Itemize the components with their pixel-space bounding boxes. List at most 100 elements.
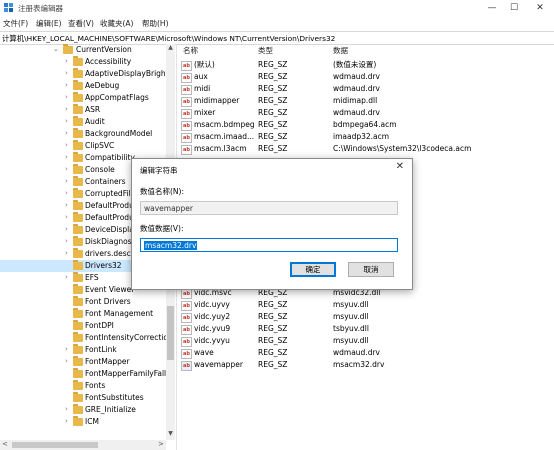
tree-item[interactable]: Font Management xyxy=(0,308,166,320)
tree-item-label: Event Viewer xyxy=(85,285,135,294)
chevron-right-icon[interactable]: › xyxy=(65,81,68,89)
table-row[interactable]: ab aux REG_SZ wdmaud.drv xyxy=(178,71,554,83)
chevron-right-icon[interactable]: › xyxy=(65,225,68,233)
menu-edit[interactable]: 编辑(E) xyxy=(36,18,62,29)
table-row[interactable]: ab mixer REG_SZ wdmaud.drv xyxy=(178,107,554,119)
menu-help[interactable]: 帮助(H) xyxy=(142,18,169,29)
scroll-thumb[interactable] xyxy=(167,306,174,360)
tree-item[interactable]: FontDPI xyxy=(0,320,166,332)
scroll-left-arrow-icon[interactable]: < xyxy=(2,440,8,448)
chevron-right-icon[interactable]: › xyxy=(65,105,68,113)
tree-item[interactable]: › ICM xyxy=(0,416,166,428)
table-row[interactable]: ab wavemapper REG_SZ msacm32.drv xyxy=(178,359,554,371)
tree-item[interactable]: › FontLink xyxy=(0,344,166,356)
address-bar[interactable]: 计算机\HKEY_LOCAL_MACHINE\SOFTWARE\Microsof… xyxy=(0,31,554,45)
tree-item[interactable]: › Audit xyxy=(0,116,166,128)
scroll-thumb[interactable] xyxy=(12,442,98,448)
tree-item[interactable]: FontSubstitutes xyxy=(0,392,166,404)
chevron-right-icon[interactable]: › xyxy=(65,129,68,137)
value-data-input[interactable]: msacm32.drv xyxy=(140,238,398,252)
address-path[interactable]: 计算机\HKEY_LOCAL_MACHINE\SOFTWARE\Microsof… xyxy=(2,33,335,44)
tree-item[interactable]: › Accessibility xyxy=(0,56,166,68)
tree-item[interactable]: Fonts xyxy=(0,380,166,392)
folder-icon xyxy=(73,392,83,402)
chevron-right-icon[interactable]: › xyxy=(65,249,68,257)
chevron-right-icon[interactable]: › xyxy=(65,57,68,65)
folder-icon xyxy=(73,92,83,102)
table-row[interactable]: ab msacm.l3acm REG_SZ C:\Windows\System32\l… xyxy=(178,143,554,155)
table-row[interactable]: ab vidc.yvyu REG_SZ msyuv.dll xyxy=(178,335,554,347)
tree-item[interactable]: ⌄ CurrentVersion xyxy=(0,44,166,56)
value-type: REG_SZ xyxy=(258,72,288,81)
chevron-right-icon[interactable]: › xyxy=(65,153,68,161)
column-header-name[interactable]: 名称 xyxy=(183,45,198,56)
table-row[interactable]: ab midimapper REG_SZ midimap.dll xyxy=(178,95,554,107)
menu-file[interactable]: 文件(F) xyxy=(3,18,28,29)
folder-icon xyxy=(73,56,83,66)
table-row[interactable]: ab vidc.uyvy REG_SZ msyuv.dll xyxy=(178,299,554,311)
tree-item-label: BackgroundModel xyxy=(85,129,153,138)
scroll-down-arrow-icon[interactable]: ▼ xyxy=(166,430,175,437)
chevron-right-icon[interactable]: › xyxy=(65,69,68,77)
chevron-right-icon[interactable]: › xyxy=(65,237,68,245)
table-row[interactable]: ab vidc.yuy2 REG_SZ msyuv.dll xyxy=(178,311,554,323)
tree-item[interactable]: › BackgroundModel xyxy=(0,128,166,140)
chevron-right-icon[interactable]: › xyxy=(65,141,68,149)
close-button[interactable]: ✕ xyxy=(530,1,550,15)
cancel-button[interactable]: 取消 xyxy=(348,262,394,277)
maximize-button[interactable]: ☐ xyxy=(504,1,524,15)
folder-icon xyxy=(73,332,83,342)
chevron-right-icon[interactable]: › xyxy=(65,357,68,365)
tree-item[interactable]: FontIntensityCorrectio xyxy=(0,332,168,344)
ok-button[interactable]: 确定 xyxy=(290,262,336,277)
folder-icon xyxy=(73,188,83,198)
string-value-icon: ab xyxy=(181,97,192,107)
chevron-right-icon[interactable]: › xyxy=(65,213,68,221)
value-data: msacm32.drv xyxy=(333,360,385,369)
scroll-right-arrow-icon[interactable]: > xyxy=(158,440,164,448)
tree-item[interactable]: › ClipSVC xyxy=(0,140,166,152)
menu-view[interactable]: 查看(V) xyxy=(68,18,94,29)
chevron-down-icon[interactable]: ⌄ xyxy=(53,45,59,53)
menu-favorites[interactable]: 收藏夹(A) xyxy=(100,18,133,29)
scroll-up-arrow-icon[interactable]: ▲ xyxy=(166,44,175,51)
tree-item[interactable]: › GRE_Initialize xyxy=(0,404,166,416)
tree-item[interactable]: › FontMapper xyxy=(0,356,166,368)
chevron-right-icon[interactable]: › xyxy=(65,117,68,125)
table-row[interactable]: ab midi REG_SZ wdmaud.drv xyxy=(178,83,554,95)
tree-item[interactable]: › ASR xyxy=(0,104,166,116)
table-row[interactable]: ab msacm.bdmpeg REG_SZ bdmpega64.acm xyxy=(178,119,554,131)
tree-horizontal-scrollbar[interactable]: < > xyxy=(0,440,166,450)
folder-icon xyxy=(73,116,83,126)
folder-icon xyxy=(73,296,83,306)
chevron-right-icon[interactable]: › xyxy=(65,189,68,197)
chevron-right-icon[interactable]: › xyxy=(65,93,68,101)
table-row[interactable]: ab (默认) REG_SZ (数值未设置) xyxy=(178,59,554,71)
dialog-close-icon[interactable]: ✕ xyxy=(396,161,404,172)
column-header-data[interactable]: 数据 xyxy=(333,45,348,56)
tree-item[interactable]: › AppCompatFlags xyxy=(0,92,166,104)
folder-icon xyxy=(73,212,83,222)
chevron-right-icon[interactable]: › xyxy=(65,177,68,185)
folder-icon xyxy=(73,164,83,174)
tree-item[interactable]: › AdaptiveDisplayBright xyxy=(0,68,169,80)
tree-item[interactable]: Font Drivers xyxy=(0,296,166,308)
value-data-text[interactable]: msacm32.drv xyxy=(144,241,198,250)
chevron-right-icon[interactable]: › xyxy=(65,405,68,413)
tree-item[interactable]: FontMapperFamilyFall xyxy=(0,368,166,380)
folder-icon xyxy=(73,356,83,366)
minimize-button[interactable]: — xyxy=(482,1,502,15)
folder-icon xyxy=(73,368,83,378)
chevron-right-icon[interactable]: › xyxy=(65,201,68,209)
chevron-right-icon[interactable]: › xyxy=(65,165,68,173)
chevron-right-icon[interactable]: › xyxy=(65,273,68,281)
column-header-type[interactable]: 类型 xyxy=(258,45,273,56)
chevron-right-icon[interactable]: › xyxy=(65,417,68,425)
table-row[interactable]: ab msacm.imaad... REG_SZ imaadp32.acm xyxy=(178,131,554,143)
value-type: REG_SZ xyxy=(258,324,288,333)
table-row[interactable]: ab wave REG_SZ wdmaud.drv xyxy=(178,347,554,359)
tree-item[interactable]: › AeDebug xyxy=(0,80,166,92)
table-row[interactable]: ab vidc.yvu9 REG_SZ tsbyuv.dll xyxy=(178,323,554,335)
chevron-right-icon[interactable]: › xyxy=(65,345,68,353)
value-data: imaadp32.acm xyxy=(333,132,390,141)
